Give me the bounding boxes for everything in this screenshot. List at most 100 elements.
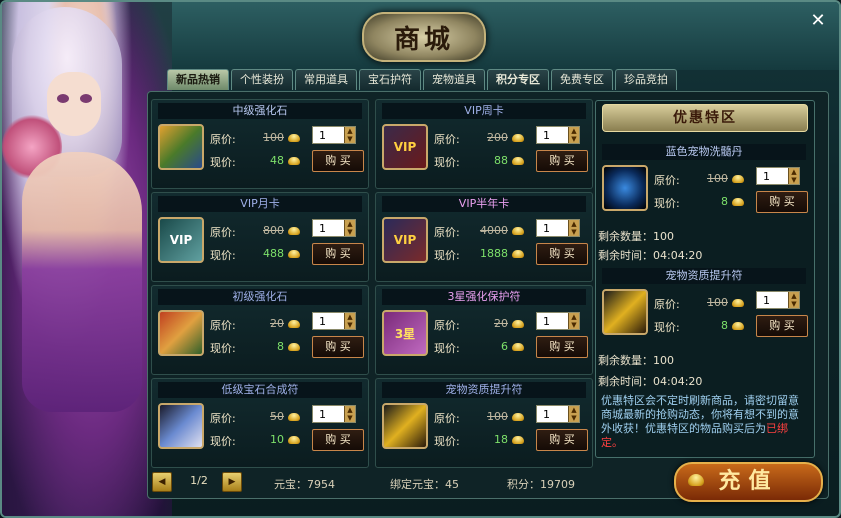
tab-costume[interactable]: 个性装扮 [231,69,293,90]
buy-button[interactable]: 购 买 [312,429,364,451]
now-price-value: 18 [494,433,508,446]
now-price-label: 现价: [210,342,236,355]
spin-arrows-icon[interactable]: ▲ ▼ [788,292,799,308]
now-price-value: 488 [263,247,284,260]
item-card: 低级宝石合成符 原价: 50 现价: 10 1 ▲ ▼ 购 买 [151,378,369,468]
ingot-icon [512,134,524,142]
quantity-stepper[interactable]: 1 ▲ ▼ [756,167,800,185]
page-indicator: 1/2 [190,474,208,487]
vip-card-icon[interactable]: VIP [158,217,204,263]
ingot-icon [512,157,524,165]
tab-new-hot[interactable]: 新品热销 [167,69,229,90]
face [47,72,101,136]
ingot-icon [732,175,744,183]
spin-arrows-icon[interactable]: ▲ ▼ [568,313,579,329]
item-card: VIP半年卡 VIP 原价: 4000 现价: 1888 1 ▲ ▼ 购 买 [375,192,593,282]
orig-price-label: 原价: [434,412,460,425]
ingot-icon [512,250,524,258]
orig-price-value: 100 [263,131,284,144]
protect-charm-icon[interactable]: 3星 [382,310,428,356]
orig-price-value: 800 [263,224,284,237]
spin-arrows-icon[interactable]: ▲ ▼ [344,313,355,329]
tab-common-items[interactable]: 常用道具 [295,69,357,90]
ingot-icon [512,227,524,235]
special-item-card: 蓝色宠物洗髓丹 原价: 100 现价: 8 1 ▲ ▼ 购 买 [596,141,812,229]
quantity-stepper[interactable]: 1 ▲ ▼ [536,312,580,330]
item-name: 蓝色宠物洗髓丹 [602,144,806,160]
buy-button[interactable]: 购 买 [312,336,364,358]
now-price-label: 现价: [654,321,680,334]
spin-arrows-icon[interactable]: ▲ ▼ [568,406,579,422]
now-price-value: 6 [501,340,508,353]
spin-arrows-icon[interactable]: ▲ ▼ [788,168,799,184]
prev-page-icon[interactable]: ◀ [152,472,172,492]
buy-button[interactable]: 购 买 [756,315,808,337]
buy-button[interactable]: 购 买 [536,243,588,265]
ingot-icon [288,320,300,328]
special-offer-note: 优惠特区会不定时刷新商品，请密切留意商城最新的抢购动态，你将有想不到的意外收获！… [601,394,799,449]
quantity-stepper[interactable]: 1 ▲ ▼ [312,126,356,144]
quantity-stepper[interactable]: 1 ▲ ▼ [312,312,356,330]
spin-arrows-icon[interactable]: ▲ ▼ [568,127,579,143]
quantity-stepper[interactable]: 1 ▲ ▼ [312,405,356,423]
orig-price-label: 原价: [210,226,236,239]
recharge-button[interactable]: 充值 [674,462,823,502]
item-name: 宠物资质提升符 [382,382,586,398]
item-card: 初级强化石 原价: 20 现价: 8 1 ▲ ▼ 购 买 [151,285,369,375]
orig-price-label: 原价: [210,412,236,425]
buy-button[interactable]: 购 买 [756,191,808,213]
vip-card-icon[interactable]: VIP [382,124,428,170]
quantity-stepper[interactable]: 1 ▲ ▼ [536,219,580,237]
quantity-stepper[interactable]: 1 ▲ ▼ [536,405,580,423]
buy-button[interactable]: 购 买 [312,243,364,265]
now-price-label: 现价: [210,156,236,169]
ingot-icon [288,343,300,351]
gem-scroll-icon[interactable] [158,403,204,449]
orig-price-label: 原价: [654,174,680,187]
spin-arrows-icon[interactable]: ▲ ▼ [344,406,355,422]
orig-price-value: 100 [487,410,508,423]
item-card: 中级强化石 原价: 100 现价: 48 1 ▲ ▼ 购 买 [151,99,369,189]
quantity-stepper[interactable]: 1 ▲ ▼ [312,219,356,237]
now-price-label: 现价: [654,197,680,210]
buy-button[interactable]: 购 买 [312,150,364,172]
enhance-stone-icon[interactable] [158,310,204,356]
remaining-count: 剩余数量：100 [598,230,674,243]
spin-arrows-icon[interactable]: ▲ ▼ [568,220,579,236]
close-icon[interactable]: ✕ [807,10,829,32]
orig-price-value: 50 [270,410,284,423]
orig-price-label: 原价: [654,298,680,311]
orig-price-label: 原价: [434,226,460,239]
tab-free-zone[interactable]: 免费专区 [551,69,613,90]
enhance-stone-icon[interactable] [158,124,204,170]
ingot-icon [288,413,300,421]
vip-card-icon[interactable]: VIP [382,217,428,263]
pet-talisman-icon[interactable] [382,403,428,449]
points-balance: 积分：19709 [507,478,575,491]
bound-yuanbao-balance: 绑定元宝：45 [390,478,459,491]
yuanbao-balance: 元宝：7954 [274,478,335,491]
next-page-icon[interactable]: ▶ [222,472,242,492]
eye-left [57,94,69,103]
ingot-icon [288,134,300,142]
tab-pet-items[interactable]: 宠物道具 [423,69,485,90]
ingot-icon [732,198,744,206]
pet-talisman-icon[interactable] [602,289,648,335]
spin-arrows-icon[interactable]: ▲ ▼ [344,220,355,236]
orig-price-value: 100 [707,172,728,185]
blue-pill-icon[interactable] [602,165,648,211]
buy-button[interactable]: 购 买 [536,150,588,172]
quantity-stepper[interactable]: 1 ▲ ▼ [536,126,580,144]
now-price-value: 8 [277,340,284,353]
buy-button[interactable]: 购 买 [536,336,588,358]
quantity-stepper[interactable]: 1 ▲ ▼ [756,291,800,309]
buy-button[interactable]: 购 买 [536,429,588,451]
now-price-label: 现价: [210,435,236,448]
tab-gem-charm[interactable]: 宝石护符 [359,69,421,90]
item-card: 宠物资质提升符 原价: 100 现价: 18 1 ▲ ▼ 购 买 [375,378,593,468]
tab-auction[interactable]: 珍品竞拍 [615,69,677,90]
tab-points-zone[interactable]: 积分专区 [487,69,549,90]
now-price-value: 1888 [480,247,508,260]
spin-arrows-icon[interactable]: ▲ ▼ [344,127,355,143]
remaining-time: 剩余时间：04:04:20 [598,375,703,388]
